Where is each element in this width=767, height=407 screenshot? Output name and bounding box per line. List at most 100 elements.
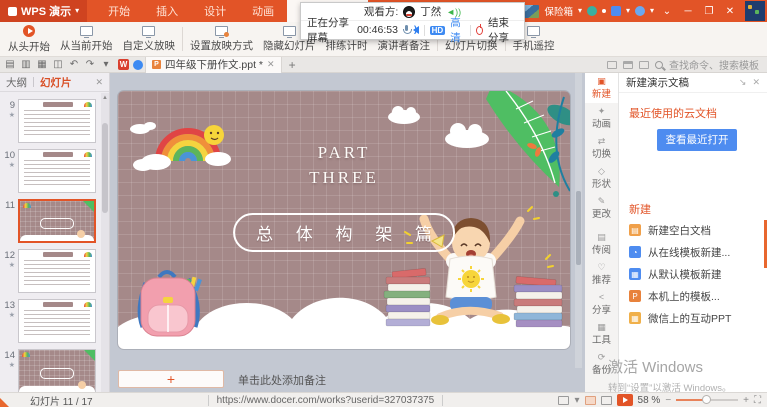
add-slide-button[interactable]: + [118,370,224,388]
close-tab-icon[interactable]: ✕ [267,59,275,70]
slide-number-column: 9★ [0,99,18,143]
zoom-slider-knob[interactable] [702,395,711,404]
print-icon[interactable]: ▦ [36,59,48,70]
zoom-slider[interactable] [676,399,738,401]
circulate-icon: ▤ [597,233,606,242]
slide-number-column: 12★ [0,249,18,293]
end-share-button[interactable]: 结束分享 [488,15,518,45]
new-tab-button[interactable]: + [282,58,303,72]
network-status-icon[interactable] [587,6,597,16]
app-menu-button[interactable]: WPS 演示 ▾ [0,0,87,22]
pane-tab-transition[interactable]: ⇄切换 [585,133,618,163]
speaker-icon[interactable] [413,26,419,34]
play-slideshow-button[interactable] [617,394,633,406]
undo-icon[interactable]: ↶ [68,59,80,70]
close-pane-icon[interactable]: ✕ [752,77,760,88]
blank-doc-item[interactable]: ▤新建空白文档 [629,219,761,241]
pane-tab-recommend[interactable]: ♡推荐 [585,259,618,289]
scroll-up-icon[interactable]: ▲ [101,95,109,101]
tab-outline[interactable]: 大纲 [6,75,27,90]
search-input[interactable]: 查找命令、搜索模板 [669,57,759,72]
tab-动画[interactable]: 动画 [239,0,287,22]
export-pdf-icon[interactable]: ▥ [20,59,32,70]
notes-placeholder[interactable]: 单击此处添加备注 [238,372,326,388]
play-from-beginning-button[interactable]: 从头开始 [3,22,55,56]
slide-thumbnail-10[interactable]: 10★ [0,149,101,193]
docer-url[interactable]: https://www.docer.com/works?userid=32703… [208,395,444,406]
wechat-ppt-item[interactable]: ▦微信上的互动PPT [629,307,761,329]
wps-home-icon[interactable]: W [118,59,129,70]
thumbnail-scrollbar[interactable]: ▲ [101,93,109,392]
setup-show-button[interactable]: 设置放映方式 [185,22,258,56]
zoom-in-button[interactable]: + [743,395,749,406]
corner-app-tile[interactable] [745,1,765,21]
thumbnail-preview[interactable] [18,149,96,193]
window-layout-icon[interactable] [607,61,617,69]
pane-tab-label: 备份 [592,362,611,376]
reading-mode-icon[interactable] [623,61,633,69]
docer-icon[interactable] [133,60,143,70]
slide-sorter-icon[interactable] [601,396,612,405]
account-icon[interactable] [635,6,645,16]
slide-thumbnail-9[interactable]: 9★ [0,99,101,143]
custom-show-button[interactable]: 自定义放映 [118,22,181,56]
zoom-out-button[interactable]: − [665,395,671,406]
fullscreen-icon[interactable]: ⛶ [754,395,761,406]
play-from-current-button[interactable]: 从当前开始 [55,22,118,56]
close-panel-icon[interactable]: ✕ [95,77,103,88]
expand-pane-icon[interactable]: ↘ [739,77,747,88]
thumbnail-preview[interactable] [18,99,96,143]
apps-grid-icon[interactable] [639,61,649,69]
local-template-item[interactable]: P本机上的模板... [629,285,761,307]
current-slide[interactable]: PART THREE 总 体 构 架 篇 [118,91,570,349]
pane-tab-share[interactable]: <分享 [585,289,618,319]
slide-number: 11 [5,200,15,211]
backup-icon: ⟳ [598,353,606,362]
dot-icon [602,9,606,13]
tab-设计[interactable]: 设计 [191,0,239,22]
tab-插入[interactable]: 插入 [143,0,191,22]
pane-tab-modify[interactable]: ✎更改 [585,193,618,223]
slide-thumbnail-11[interactable]: 11 [0,199,101,243]
slide-section-title[interactable]: 总 体 构 架 篇 [233,213,455,252]
pane-tab-circulate[interactable]: ▤传阅 [585,229,618,259]
slide-thumbnail-13[interactable]: 13★ [0,299,101,343]
online-template-icon: ◔ [629,246,641,258]
hd-quality-button[interactable]: 高清 [450,15,465,45]
preview-icon[interactable]: ◫ [52,59,64,70]
tab-开始[interactable]: 开始 [95,0,143,22]
minimize-button[interactable]: ─ [680,6,696,17]
collapse-ribbon-icon[interactable]: ⌄ [659,6,675,17]
pane-tab-backup[interactable]: ⟳备份 [585,349,618,379]
slide-thumbnail-12[interactable]: 12★ [0,249,101,293]
redo-icon[interactable]: ↷ [84,59,96,70]
notes-view-icon[interactable] [558,396,569,405]
thumbnail-preview[interactable] [18,349,96,392]
restore-button[interactable]: ❐ [701,6,717,17]
vault-button[interactable]: 保险箱 [544,4,573,18]
slide-thumbnail-14[interactable]: 14★ [0,349,101,392]
new-option-label: 从默认模板新建 [648,267,722,282]
thumbnail-preview[interactable] [18,299,96,343]
search-icon [655,61,663,69]
pane-tab-tools[interactable]: ▦工具 [585,319,618,349]
view-recent-button[interactable]: 查看最近打开 [657,129,737,151]
online-template-item[interactable]: ◔从在线模板新建... [629,241,761,263]
chevron-down-icon[interactable]: ▾ [574,395,579,406]
pane-tab-new-slide[interactable]: ▣新建 [585,73,618,103]
save-icon[interactable]: ▤ [4,59,16,70]
microphone-icon[interactable] [403,25,408,35]
normal-view-icon[interactable] [585,396,596,405]
pane-tab-shape[interactable]: ◇形状 [585,163,618,193]
tab-slides[interactable]: 幻灯片 [40,75,72,90]
thumbnail-preview[interactable] [18,199,96,243]
pane-tab-animation[interactable]: ✦动画 [585,103,618,133]
scrollbar-thumb[interactable] [102,123,108,213]
close-button[interactable]: ✕ [722,6,738,17]
document-tab[interactable]: P 四年级下册作文.ppt * ✕ [145,57,282,73]
canvas-scrollbar[interactable] [575,73,582,368]
default-template-item[interactable]: ▦从默认模板新建 [629,263,761,285]
thumbnail-preview[interactable] [18,249,96,293]
cloud-sync-icon[interactable] [611,6,621,16]
more-dropdown-icon[interactable]: ▾ [100,59,112,70]
